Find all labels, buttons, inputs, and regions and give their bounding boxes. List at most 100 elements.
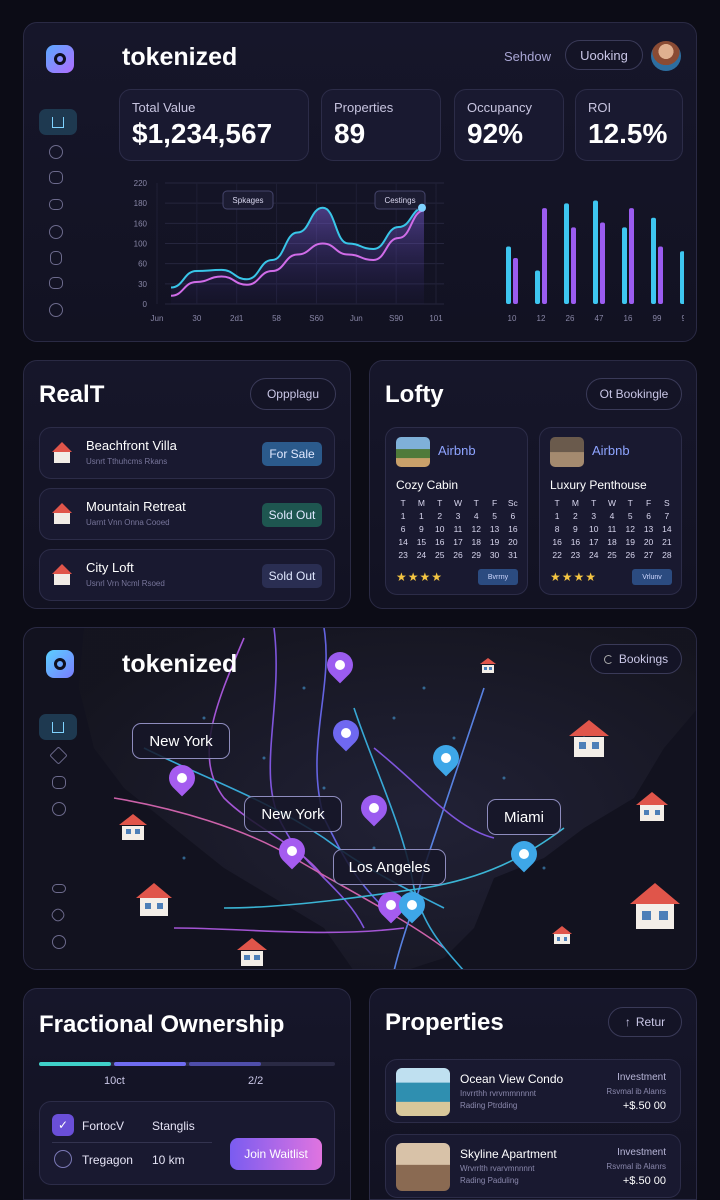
calendar-day[interactable]: 17	[585, 537, 603, 547]
calendar-day[interactable]: 21	[658, 537, 676, 547]
realt-listing[interactable]: Mountain Retreat Uarnt Vnn Onna Cooed Sold…	[39, 488, 335, 540]
calendar-day[interactable]: 13	[639, 524, 657, 534]
calendar-day[interactable]: T	[621, 498, 639, 508]
calendar-day[interactable]: W	[449, 498, 467, 508]
calendar-day[interactable]: F	[485, 498, 503, 508]
calendar-day[interactable]: 26	[621, 550, 639, 560]
realt-listing[interactable]: City Loft Usnrl Vrn Ncml Rsoed Sold Out	[39, 549, 335, 601]
calendar-icon[interactable]	[49, 171, 63, 184]
calendar-day[interactable]: 30	[485, 550, 503, 560]
calendar-day[interactable]: T	[394, 498, 412, 508]
chat-icon[interactable]	[49, 145, 63, 159]
house-icon[interactable]	[136, 883, 172, 919]
calendar-day[interactable]: 2	[431, 511, 449, 521]
calendar-day[interactable]: 24	[412, 550, 430, 560]
calendar-day[interactable]: 9	[566, 524, 584, 534]
house-icon[interactable]	[237, 938, 267, 968]
calendar-day[interactable]: F	[639, 498, 657, 508]
calendar-day[interactable]: 16	[548, 537, 566, 547]
calendar-day[interactable]: T	[431, 498, 449, 508]
header-link-uooking[interactable]: Uooking	[565, 40, 643, 70]
calendar-day[interactable]: 31	[504, 550, 522, 560]
calendar-day[interactable]: 7	[658, 511, 676, 521]
booking-card[interactable]: Airbnb Cozy Cabin T M T W T F Sc 1 1 2 3 4 5 6 6 9 10 11 12 1…	[385, 427, 528, 595]
calendar-day[interactable]: 26	[449, 550, 467, 560]
join-waitlist-button[interactable]: Join Waitlist	[230, 1138, 322, 1170]
calendar-day[interactable]: 28	[658, 550, 676, 560]
card-action-button[interactable]: Bvrrny	[478, 569, 518, 585]
calendar-day[interactable]: 19	[621, 537, 639, 547]
calendar-day[interactable]: T	[548, 498, 566, 508]
map-settings-icon[interactable]	[52, 935, 66, 949]
calendar-day[interactable]: 9	[412, 524, 430, 534]
calendar-day[interactable]: 11	[603, 524, 621, 534]
calendar-day[interactable]: 12	[467, 524, 485, 534]
calendar-day[interactable]: 3	[449, 511, 467, 521]
calendar-day[interactable]: M	[566, 498, 584, 508]
calendar-day[interactable]: 12	[621, 524, 639, 534]
calendar-day[interactable]: 25	[431, 550, 449, 560]
property-listing[interactable]: Skyline Apartment Wrvrrlth rvarvmnnnnt Rad…	[385, 1134, 681, 1198]
house-icon[interactable]	[552, 926, 572, 946]
realt-listing[interactable]: Beachfront Villa Usnrt Tthuhcms Rkans For …	[39, 427, 335, 479]
header-link-sehdow[interactable]: Sehdow	[504, 49, 551, 64]
card-action-button[interactable]: Vrlunv	[632, 569, 672, 585]
city-label-los-angeles[interactable]: Los Angeles	[333, 849, 446, 885]
document-icon[interactable]	[50, 251, 62, 265]
map-cloud-icon[interactable]	[52, 884, 66, 893]
calendar-day[interactable]: 2	[566, 511, 584, 521]
calendar-day[interactable]: 6	[639, 511, 657, 521]
city-label-new-york[interactable]: New York	[132, 723, 230, 759]
calendar-day[interactable]: 18	[467, 537, 485, 547]
calendar-day[interactable]: 5	[621, 511, 639, 521]
house-icon[interactable]	[636, 792, 668, 824]
calendar-day[interactable]: 3	[585, 511, 603, 521]
calendar-day[interactable]: 6	[504, 511, 522, 521]
calendar-day[interactable]: W	[603, 498, 621, 508]
property-listing[interactable]: Ocean View Condo Invrrthh rvrvmmnnnnt Radi…	[385, 1059, 681, 1123]
calendar-day[interactable]: 10	[585, 524, 603, 534]
calendar-day[interactable]: 25	[603, 550, 621, 560]
calendar-day[interactable]: 8	[548, 524, 566, 534]
calendar-day[interactable]: 14	[394, 537, 412, 547]
calendar-day[interactable]: 19	[485, 537, 503, 547]
calendar-day[interactable]: 23	[394, 550, 412, 560]
calendar-day[interactable]: 16	[504, 524, 522, 534]
house-icon[interactable]	[480, 658, 496, 674]
calendar-day[interactable]: 27	[639, 550, 657, 560]
calendar-day[interactable]: 6	[394, 524, 412, 534]
lofty-bookings-button[interactable]: Ot Bookingle	[586, 378, 682, 410]
map-bookings-button[interactable]: Bookings	[590, 644, 682, 674]
house-icon[interactable]	[569, 720, 609, 760]
calendar-day[interactable]: 11	[449, 524, 467, 534]
realt-button[interactable]: Oppplagu	[250, 378, 336, 410]
city-label-miami[interactable]: Miami	[487, 799, 561, 835]
calendar-day[interactable]: 4	[467, 511, 485, 521]
calendar-day[interactable]: 22	[548, 550, 566, 560]
calendar-day[interactable]: 10	[431, 524, 449, 534]
calendar-day[interactable]: T	[467, 498, 485, 508]
calendar-day[interactable]: 29	[467, 550, 485, 560]
calendar-day[interactable]: 20	[639, 537, 657, 547]
calendar-day[interactable]: 16	[566, 537, 584, 547]
calendar-day[interactable]: 15	[412, 537, 430, 547]
status-badge[interactable]: For Sale	[262, 442, 322, 466]
calendar-day[interactable]: S	[658, 498, 676, 508]
map-home-icon[interactable]	[39, 714, 77, 740]
status-badge[interactable]: Sold Out	[262, 564, 322, 588]
house-icon[interactable]	[630, 883, 680, 933]
calendar-day[interactable]: 23	[566, 550, 584, 560]
wallet-icon[interactable]	[49, 199, 63, 210]
home-icon[interactable]	[39, 109, 77, 135]
calendar-day[interactable]: 14	[658, 524, 676, 534]
map-calendar-icon[interactable]	[52, 776, 66, 789]
calendar-day[interactable]: 1	[412, 511, 430, 521]
calendar-day[interactable]: 13	[485, 524, 503, 534]
avatar[interactable]	[651, 41, 681, 71]
clock-icon[interactable]	[49, 225, 63, 239]
map-info-icon[interactable]	[52, 802, 66, 816]
calendar-day[interactable]: T	[585, 498, 603, 508]
calendar-day[interactable]: 5	[485, 511, 503, 521]
status-badge[interactable]: Sold Out	[262, 503, 322, 527]
calendar-day[interactable]: 18	[603, 537, 621, 547]
